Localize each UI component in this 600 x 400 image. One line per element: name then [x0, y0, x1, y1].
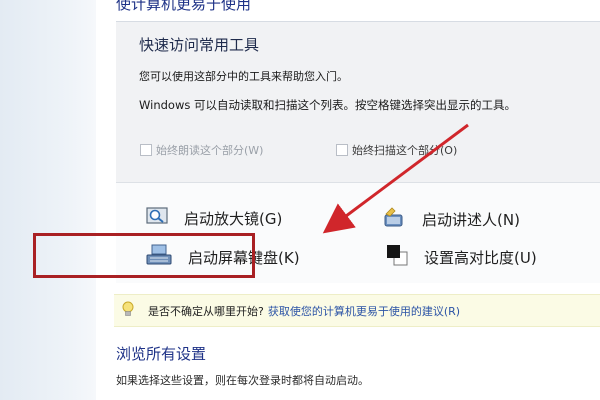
annotation-arrow: [322, 123, 469, 234]
